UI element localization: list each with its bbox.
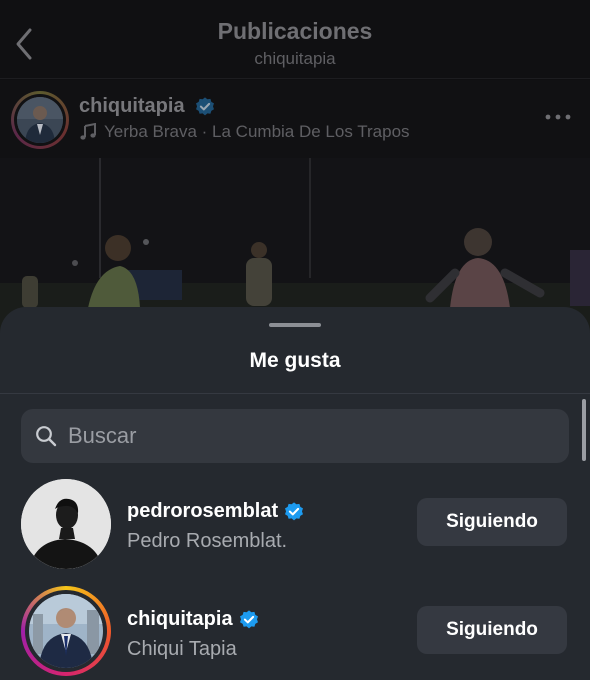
page-subtitle: chiquitapia bbox=[254, 49, 336, 68]
page-title: Publicaciones bbox=[217, 18, 373, 44]
user-username[interactable]: pedrorosemblat bbox=[127, 500, 305, 523]
post-author-username[interactable]: chiquitapia bbox=[79, 95, 185, 118]
sheet-drag-handle[interactable] bbox=[269, 323, 321, 327]
verified-icon bbox=[196, 97, 214, 116]
following-button[interactable]: Siguiendo bbox=[417, 606, 567, 654]
search-input[interactable] bbox=[68, 423, 538, 449]
more-icon bbox=[545, 114, 571, 120]
following-button[interactable]: Siguiendo bbox=[417, 498, 567, 546]
music-track-label: Yerba Brava · La Cumbia De Los Trapos bbox=[104, 122, 410, 141]
scrollbar[interactable] bbox=[582, 399, 586, 461]
default-profile-icon bbox=[21, 479, 111, 569]
avatar[interactable] bbox=[21, 586, 111, 676]
list-item[interactable]: pedrorosemblat Pedro Rosemblat. Siguiend… bbox=[0, 472, 590, 572]
music-note-icon bbox=[80, 123, 96, 140]
verified-icon bbox=[285, 501, 304, 520]
avatar-photo bbox=[29, 594, 103, 668]
top-navigation-bar: Publicaciones chiquitapia bbox=[0, 0, 590, 78]
post-music-link[interactable]: Yerba Brava · La Cumbia De Los Trapos bbox=[79, 122, 410, 142]
user-full-name: Pedro Rosemblat. bbox=[127, 530, 288, 552]
sheet-title: Me gusta bbox=[249, 349, 341, 372]
post-header bbox=[0, 80, 590, 158]
avatar-photo bbox=[17, 97, 63, 143]
likes-bottom-sheet: Me gusta pedrorosemblat Pedro bbox=[0, 307, 590, 680]
list-item[interactable]: chiquitapia Chiqui Tapia Siguiendo bbox=[0, 580, 590, 680]
user-username[interactable]: chiquitapia bbox=[127, 608, 260, 631]
username-label: chiquitapia bbox=[127, 608, 233, 630]
search-bar[interactable] bbox=[21, 409, 569, 463]
username-label: pedrorosemblat bbox=[127, 500, 279, 522]
user-full-name: Chiqui Tapia bbox=[127, 638, 237, 660]
avatar[interactable] bbox=[21, 479, 111, 569]
sheet-divider bbox=[0, 393, 590, 394]
topbar-divider bbox=[0, 78, 590, 79]
post-author-avatar[interactable] bbox=[11, 91, 69, 149]
verified-icon bbox=[239, 609, 258, 628]
person-photo-icon bbox=[29, 594, 103, 668]
person-photo-icon bbox=[17, 97, 63, 143]
search-icon bbox=[36, 426, 57, 447]
more-options-button[interactable] bbox=[543, 108, 573, 126]
